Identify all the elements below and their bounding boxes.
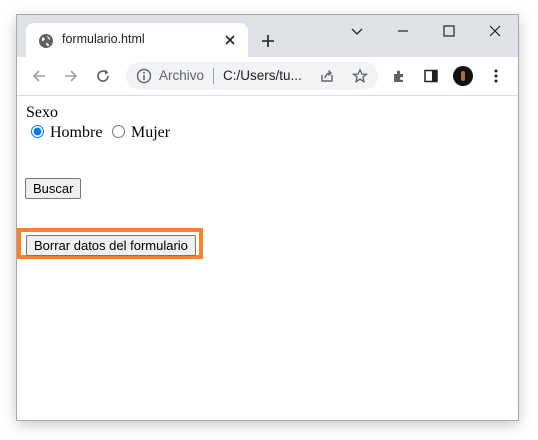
- more-menu-icon[interactable]: [488, 68, 504, 84]
- address-bar[interactable]: Archivo C:/Users/tu...: [126, 62, 378, 90]
- page-content: Sexo Hombre Mujer Buscar Borrar datos de…: [17, 96, 518, 420]
- forward-arrow-icon[interactable]: [63, 68, 79, 84]
- radio-hombre-label: Hombre: [50, 124, 103, 141]
- address-separator: [213, 68, 214, 84]
- radio-mujer[interactable]: [112, 125, 125, 138]
- close-tab-icon[interactable]: [222, 32, 238, 48]
- address-scheme: Archivo: [159, 68, 205, 83]
- tab-title: formulario.html: [62, 32, 145, 46]
- maximize-icon[interactable]: [441, 23, 457, 39]
- extensions-icon[interactable]: [391, 68, 407, 84]
- browser-toolbar: Archivo C:/Users/tu...: [17, 57, 518, 96]
- minimize-icon[interactable]: [395, 23, 411, 39]
- chevron-down-icon[interactable]: [349, 23, 365, 39]
- bookmark-star-icon[interactable]: [352, 68, 368, 84]
- close-window-icon[interactable]: [487, 23, 503, 39]
- side-panel-icon[interactable]: [423, 68, 439, 84]
- browser-tab[interactable]: formulario.html: [26, 23, 248, 57]
- title-bar: formulario.html: [17, 15, 518, 57]
- reset-button[interactable]: Borrar datos del formulario: [26, 235, 196, 256]
- search-button[interactable]: Buscar: [25, 178, 82, 199]
- radio-hombre[interactable]: [31, 125, 44, 138]
- profile-avatar[interactable]: [453, 66, 473, 86]
- globe-icon: [39, 34, 53, 48]
- browser-window: formulario.html Archivo C:/Users/tu... S…: [17, 15, 518, 420]
- reload-icon[interactable]: [95, 68, 111, 84]
- address-url[interactable]: C:/Users/tu...: [223, 68, 302, 83]
- sexo-label: Sexo: [26, 104, 58, 121]
- back-arrow-icon[interactable]: [31, 68, 47, 84]
- radio-mujer-label: Mujer: [131, 124, 171, 141]
- info-icon[interactable]: [136, 68, 152, 84]
- share-icon[interactable]: [319, 68, 335, 84]
- new-tab-icon[interactable]: [260, 33, 276, 49]
